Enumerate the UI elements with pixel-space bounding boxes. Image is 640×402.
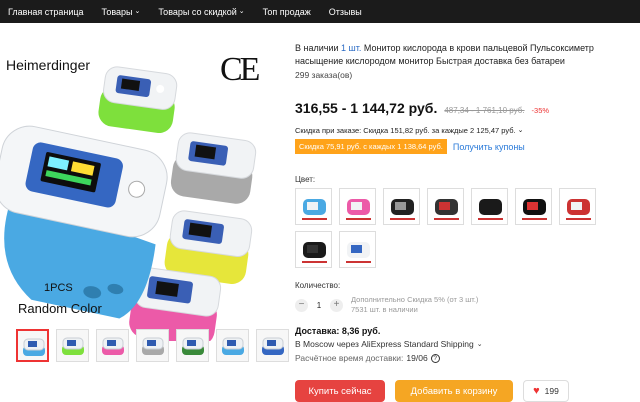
color-option-black-red-screen[interactable]: [515, 188, 552, 225]
color-option-image: [434, 199, 459, 220]
wishlist-count: 199: [544, 386, 559, 396]
color-option-image: [302, 242, 327, 263]
quantity-info: Дополнительно Скидка 5% (от 3 шт.) 7531 …: [351, 295, 478, 315]
store-discount[interactable]: Скидка при заказе: Скидка 151,82 руб. за…: [295, 126, 523, 135]
color-option-device-with-case[interactable]: [559, 188, 596, 225]
delivery-time-label: Расчётное время доставки:: [295, 353, 404, 363]
nav-item[interactable]: Отзывы: [320, 0, 371, 23]
product-gallery: Heimerdinger CE 1PCS Random Color: [0, 23, 290, 399]
thumbnail[interactable]: [216, 329, 249, 362]
color-option-white-device-plus[interactable]: [339, 231, 376, 268]
nav-item[interactable]: Товары ⌄: [93, 0, 150, 23]
nav-item-label: Товары со скидкой: [158, 6, 237, 17]
question-circle-icon[interactable]: ?: [430, 353, 440, 363]
thumbnail-image: [23, 338, 45, 356]
thumbnail[interactable]: [96, 329, 129, 362]
color-option-color-set[interactable]: [339, 188, 376, 225]
shipping-method[interactable]: В Moscow через AliExpress Standard Shipp…: [295, 339, 483, 349]
chevron-down-icon: ⌄: [476, 340, 483, 348]
thumbnail[interactable]: [176, 329, 209, 362]
color-option-multi-pack[interactable]: [295, 188, 332, 225]
current-price: 316,55 - 1 144,72 руб.: [295, 100, 438, 116]
color-option-black-device-plus[interactable]: [295, 231, 332, 268]
thumbnail-image: [62, 337, 84, 355]
chevron-down-icon: ⌄: [134, 8, 141, 15]
color-option-image: [302, 199, 327, 220]
thumbnail[interactable]: [136, 329, 169, 362]
chevron-down-icon: ⌄: [238, 8, 245, 15]
color-option-image: [390, 199, 415, 220]
nav-item[interactable]: Топ продаж: [254, 0, 320, 23]
ce-mark: CE: [220, 51, 260, 88]
delivery-estimate: Расчётное время доставки: 19/06 ?: [295, 353, 440, 363]
nav-item[interactable]: Главная страница: [0, 0, 93, 23]
shipping-price: Доставка: 8,36 руб.: [295, 326, 381, 336]
orders-count: 299 заказа(ов): [295, 70, 353, 80]
title-prefix: В наличии: [295, 43, 342, 53]
nav-item[interactable]: Товары со скидкой ⌄: [149, 0, 253, 23]
quantity-stepper: − 1 + Дополнительно Скидка 5% (от 3 шт.)…: [295, 295, 478, 315]
shipping-method-text: В Moscow через AliExpress Standard Shipp…: [295, 339, 474, 349]
thumbnail-image: [222, 337, 244, 355]
thumbnail-image: [102, 337, 124, 355]
get-coupons-link[interactable]: Получить купоны: [453, 142, 525, 152]
top-navigation: Главная страница Товары ⌄ Товары со скидкой…: [0, 0, 640, 23]
color-options: [295, 188, 605, 268]
title-quantity-link[interactable]: 1 шт.: [341, 43, 361, 53]
color-option-image: [346, 242, 371, 263]
thumbnail[interactable]: [256, 329, 289, 362]
product-info: В наличии 1 шт. Монитор кислорода в кров…: [295, 23, 640, 402]
plus-icon[interactable]: +: [330, 298, 343, 312]
product-title: В наличии 1 шт. Монитор кислорода в кров…: [295, 42, 635, 68]
color-option-image: [478, 199, 503, 220]
discount-percent: -35%: [531, 106, 550, 115]
color-option-gray-case-pack[interactable]: [427, 188, 464, 225]
store-discount-text: Скидка при заказе: Скидка 151,82 руб. за…: [295, 126, 516, 135]
thumbnail-image: [142, 337, 164, 355]
thumbnail-image: [262, 337, 284, 355]
color-option-image: [566, 199, 591, 220]
nav-item-label: Товары: [101, 6, 133, 17]
nav-item-label: Топ продаж: [262, 6, 311, 17]
extra-discount-text: Дополнительно Скидка 5% (от 3 шт.): [351, 295, 479, 304]
color-option-image: [346, 199, 371, 220]
price-row: 316,55 - 1 144,72 руб. 487,34 - 1 761,10…: [295, 100, 549, 116]
main-product-image[interactable]: Heimerdinger CE 1PCS Random Color: [0, 43, 282, 341]
stock-text: 7531 шт. в наличии: [351, 305, 418, 314]
coupon-row: Скидка 75,91 руб. с каждых 1 138,64 руб.…: [295, 139, 525, 154]
color-label: Цвет:: [295, 175, 316, 184]
nav-item-label: Главная страница: [8, 6, 84, 17]
brand-label: Heimerdinger: [6, 57, 91, 73]
coupon-tag: Скидка 75,91 руб. с каждых 1 138,64 руб.: [295, 139, 447, 154]
random-color-label: Random Color: [18, 301, 102, 316]
quantity-value[interactable]: 1: [314, 301, 324, 310]
quantity-label: Количество:: [295, 281, 341, 290]
heart-icon: ♥: [533, 384, 540, 397]
nav-item-label: Отзывы: [328, 6, 362, 17]
thumbnail-image: [182, 337, 204, 355]
color-option-black-device[interactable]: [471, 188, 508, 225]
thumbnail[interactable]: [16, 329, 49, 362]
old-price: 487,34 - 1 761,10 руб.: [444, 106, 525, 115]
minus-icon[interactable]: −: [295, 298, 308, 312]
chevron-down-icon: ⌄: [517, 127, 524, 134]
thumbnail[interactable]: [56, 329, 89, 362]
color-option-image: [522, 199, 547, 220]
pcs-label: 1PCS: [44, 282, 73, 294]
color-option-pouch-pack[interactable]: [383, 188, 420, 225]
thumbnail-strip: [16, 329, 289, 362]
delivery-date: 19/06: [406, 353, 428, 363]
